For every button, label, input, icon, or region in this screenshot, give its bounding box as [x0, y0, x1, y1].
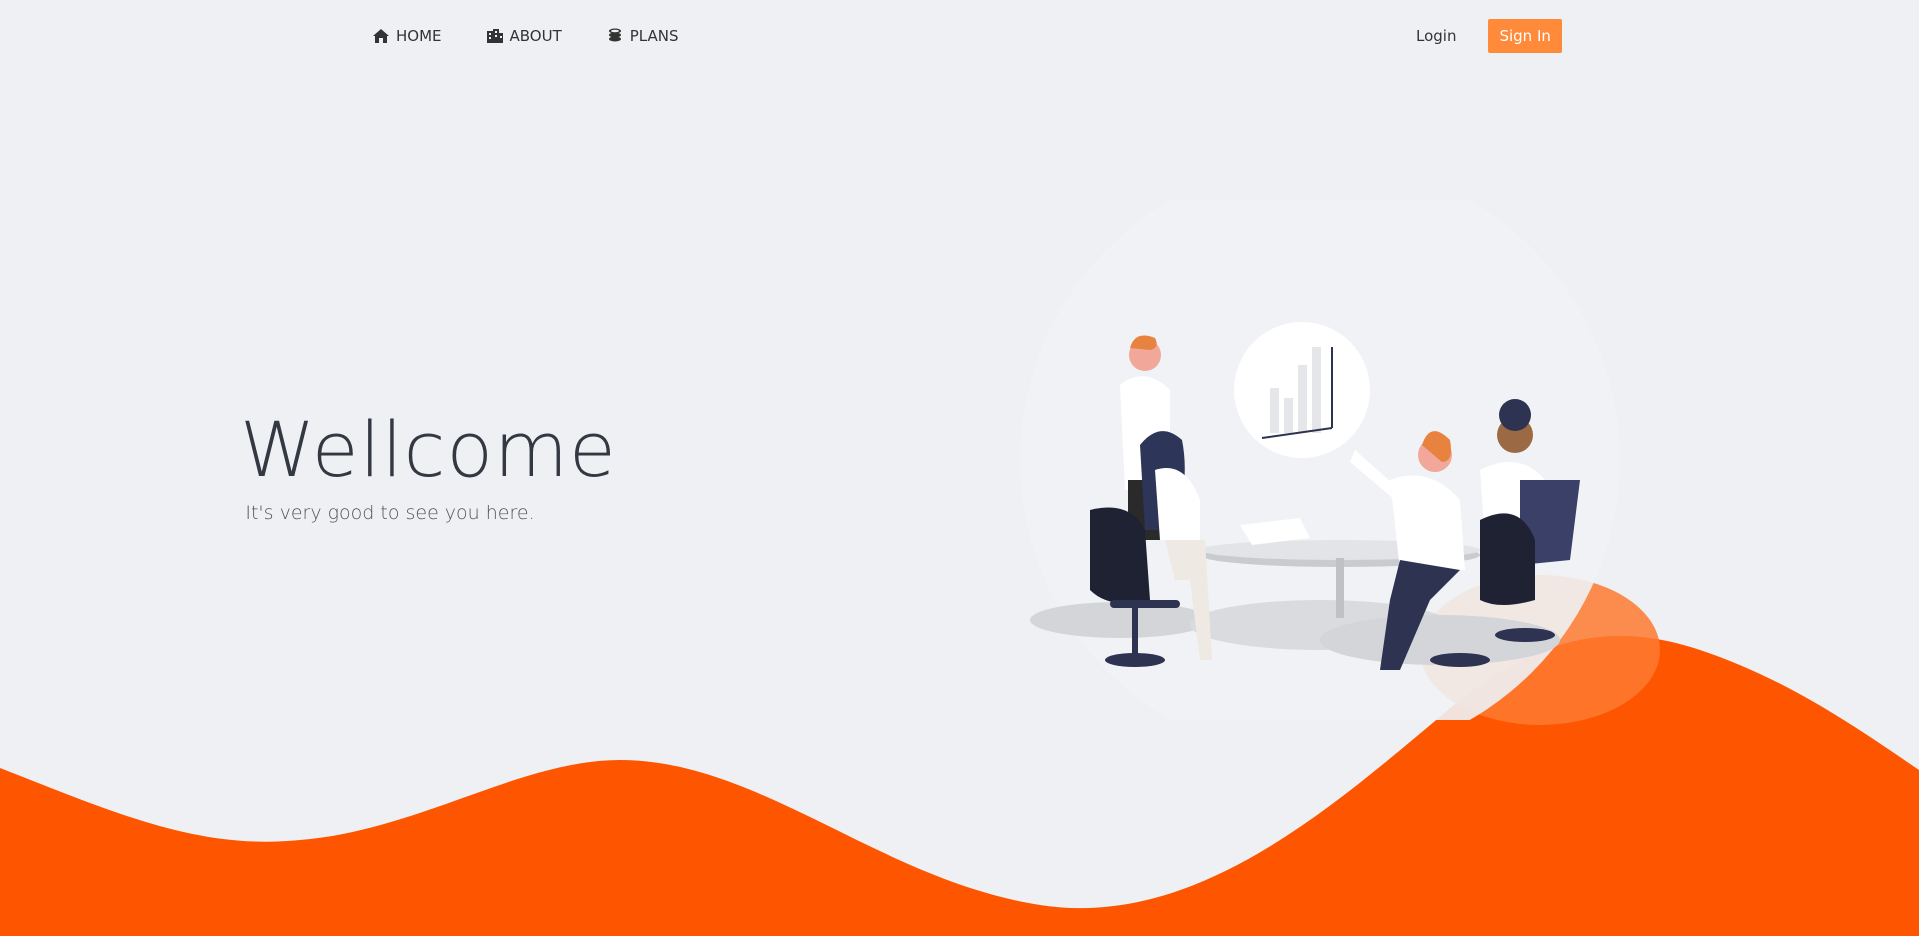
nav-plans[interactable]: PLANS: [606, 27, 679, 45]
auth-actions: Login Sign In: [1416, 19, 1562, 53]
top-navbar: HOME ABOUT PLANS Login Sign In: [0, 0, 1919, 76]
nav-plans-label: PLANS: [629, 27, 679, 45]
nav-about-label: ABOUT: [509, 27, 562, 45]
building-icon: [486, 28, 504, 44]
coins-icon: [606, 28, 624, 44]
login-link[interactable]: Login: [1416, 27, 1456, 45]
nav-about[interactable]: ABOUT: [486, 27, 562, 45]
sign-in-button[interactable]: Sign In: [1488, 19, 1562, 53]
home-icon: [372, 28, 390, 44]
nav-links: HOME ABOUT PLANS: [372, 27, 679, 45]
hero-section: Wellcome It's very good to see you here.: [240, 405, 617, 524]
nav-home[interactable]: HOME: [372, 27, 442, 45]
meeting-illustration: [1020, 200, 1620, 720]
hero-subtitle: It's very good to see you here.: [245, 502, 535, 524]
hero-title: Wellcome: [240, 405, 617, 494]
nav-home-label: HOME: [396, 27, 442, 45]
